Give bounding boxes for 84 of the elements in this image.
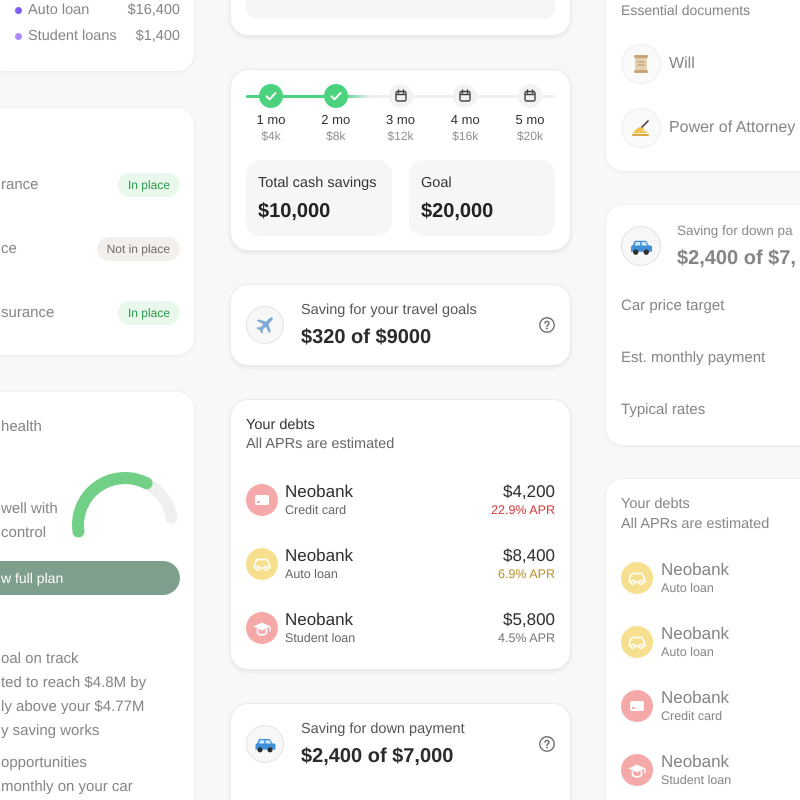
view-plan-button[interactable]: w full plan [0, 561, 180, 595]
step-label: 4 mo [450, 112, 480, 128]
apr-rate: 22.9% APR [491, 502, 555, 518]
car-icon [246, 725, 284, 763]
help-icon[interactable] [539, 736, 555, 752]
step-amount: $8k [326, 128, 346, 144]
card-subtitle: All APRs are estimated [246, 435, 394, 453]
apr-rate: 6.9% APR [498, 566, 555, 582]
step-label: 2 mo [321, 112, 350, 128]
plan-text: oal on track [1, 649, 79, 669]
goal-amount: $320 of $9000 [301, 325, 432, 349]
debt-type: Credit card [285, 502, 346, 518]
goal-title: Saving for down pa [677, 222, 793, 240]
plan-text: y saving works [1, 721, 100, 741]
detail-label: Est. monthly payment [621, 348, 766, 368]
car-icon [621, 562, 653, 594]
card-title: Your debts [246, 416, 315, 434]
detail-label: Typical rates [621, 400, 706, 420]
debt-name: Neobank [661, 752, 730, 772]
debt-amount: $5,800 [503, 610, 555, 630]
debt-type: Credit card [661, 708, 722, 724]
document-label: Power of Attorney [669, 119, 796, 137]
debt-amount: $4,200 [503, 482, 555, 502]
coverage-label: surance [1, 304, 54, 322]
coverage-label: ce [1, 240, 17, 258]
debt-name: Neobank [285, 482, 354, 502]
credit-card-icon [621, 690, 653, 722]
plan-text: ted to reach $4.8M by [1, 673, 146, 693]
stat-label: Total cash savings [258, 174, 376, 192]
goal-title: Saving for down payment [301, 720, 465, 738]
step-amount: $16k [452, 128, 478, 144]
goal-title: Saving for your travel goals [301, 301, 477, 319]
step-label: 1 mo [256, 112, 286, 128]
debt-name: Neobank [285, 546, 354, 566]
goal-amount: $2,400 of $7,000 [301, 744, 454, 768]
summary-text: control [1, 523, 46, 543]
stat-value: $10,000 [258, 200, 330, 222]
debt-type: Auto loan [285, 566, 338, 582]
card-title: health [1, 417, 42, 437]
plan-text: monthly on your car [1, 777, 133, 797]
goal-amount: $2,400 of $7, [677, 246, 796, 270]
plan-text: ly above your $4.77M [1, 697, 144, 717]
coverage-label: rance [1, 176, 39, 194]
step-amount: $12k [387, 128, 414, 144]
debt-type: Auto loan [661, 644, 714, 660]
plan-text: opportunities [1, 753, 87, 773]
card-title: Your debts [621, 495, 690, 513]
debt-type: Auto loan [661, 580, 714, 596]
scroll-icon [621, 44, 661, 84]
graduation-cap-icon [621, 754, 653, 786]
status-badge: Not in place [96, 237, 180, 261]
loan-amount: $1,400 [136, 27, 180, 45]
car-icon [246, 548, 278, 580]
card-subtitle: All APRs are estimated [621, 515, 770, 533]
step-amount: $20k [516, 128, 544, 144]
summary-text: well with [1, 499, 58, 519]
writing-hand-icon [621, 108, 661, 148]
stat-value: $20,000 [421, 200, 494, 222]
airplane-icon [246, 306, 284, 344]
detail-label: Car price target [621, 296, 724, 316]
debt-name: Neobank [661, 624, 730, 644]
car-icon [621, 226, 661, 266]
step-label: 5 mo [516, 112, 544, 128]
debt-name: Neobank [285, 610, 354, 630]
debt-amount: $8,400 [503, 546, 555, 566]
credit-card-icon [246, 484, 278, 516]
status-badge: In place [118, 301, 180, 325]
loan-amount: $16,400 [128, 1, 180, 19]
status-badge: In place [118, 173, 180, 197]
car-icon [621, 626, 653, 658]
help-icon[interactable] [539, 317, 555, 333]
loan-label: Auto loan [28, 1, 90, 19]
stat-label: Goal [421, 174, 452, 192]
debt-type: Student loan [285, 630, 356, 646]
loan-label: Student loans [28, 27, 117, 45]
debt-type: Student loan [661, 772, 732, 788]
card-title: Essential documents [621, 1, 750, 20]
debt-name: Neobank [661, 560, 730, 580]
step-label: 3 mo [386, 112, 415, 128]
document-label: Will [669, 55, 695, 73]
graduation-cap-icon [246, 612, 278, 644]
step-amount: $4k [261, 128, 281, 144]
apr-rate: 4.5% APR [498, 630, 555, 646]
debt-name: Neobank [661, 688, 730, 708]
